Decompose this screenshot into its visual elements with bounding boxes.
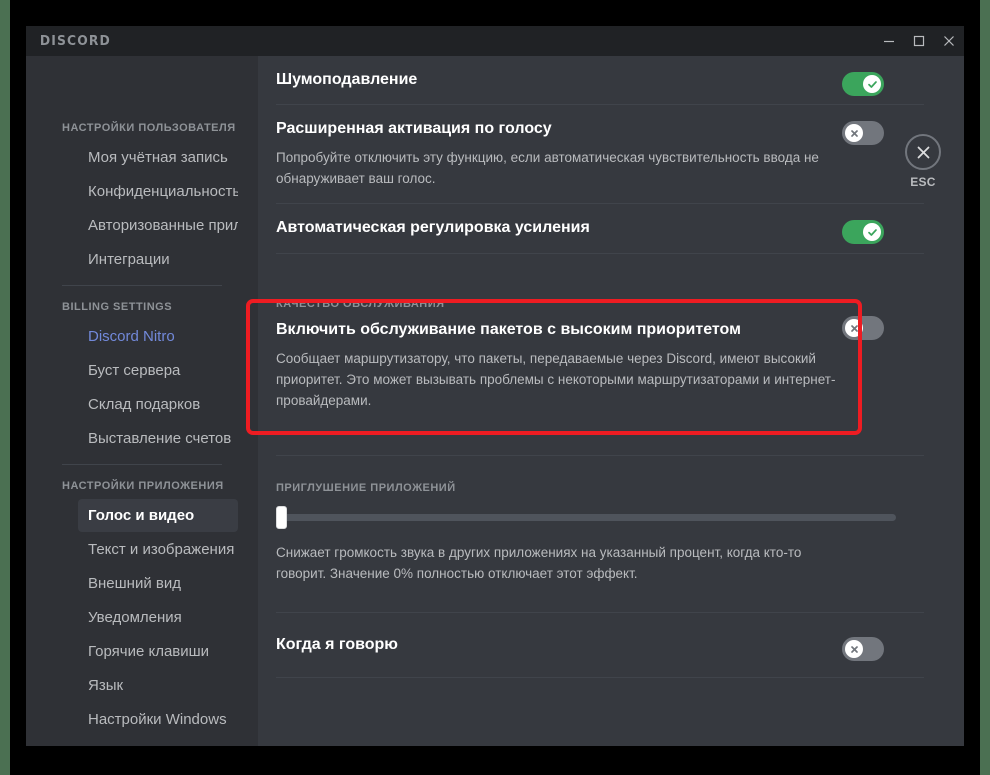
toggle-knob <box>863 75 881 93</box>
setting-automatic-gain-control: Автоматическая регулировка усиления <box>276 204 924 252</box>
sidebar-item-discord-nitro[interactable]: Discord Nitro <box>26 320 258 353</box>
sidebar-item-label: Настройки Windows <box>88 711 227 728</box>
setting-attenuation: ПРИГЛУШЕНИЕ ПРИЛОЖЕНИЙ Снижает громкость… <box>276 456 924 592</box>
sidebar-item-privacy[interactable]: Конфиденциальность <box>26 175 258 208</box>
section-divider <box>276 677 924 678</box>
sidebar-divider <box>62 285 222 286</box>
sidebar-item-keybinds[interactable]: Горячие клавиши <box>26 635 258 668</box>
sidebar-item-label: Интеграции <box>88 251 170 268</box>
desktop-edge-left <box>0 0 10 775</box>
setting-title: Шумоподавление <box>276 71 418 88</box>
toggle-automatic-gain-control[interactable] <box>842 220 884 244</box>
sidebar-item-label: Конфиденциальность <box>88 183 238 200</box>
sidebar-item-notifications[interactable]: Уведомления <box>26 601 258 634</box>
window-body: НАСТРОЙКИ ПОЛЬЗОВАТЕЛЯ Моя учётная запис… <box>26 56 964 746</box>
setting-when-i-speak: Когда я говорю <box>276 613 924 677</box>
sidebar-item-server-boost[interactable]: Буст сервера <box>26 354 258 387</box>
setting-title: Автоматическая регулировка усиления <box>276 219 590 236</box>
sidebar-item-label: Голос и видео <box>78 499 238 532</box>
close-x-icon <box>905 134 941 170</box>
sidebar-item-appearance[interactable]: Внешний вид <box>26 567 258 600</box>
toggle-quality-of-service[interactable] <box>842 316 884 340</box>
sidebar-item-voice-and-video[interactable]: Голос и видео <box>26 499 258 532</box>
sidebar-item-authorized-apps[interactable]: Авторизованные прил... <box>26 209 258 242</box>
sidebar-item-billing[interactable]: Выставление счетов <box>26 422 258 455</box>
sidebar-item-label: Внешний вид <box>88 575 181 592</box>
section-label-quality-of-service: КАЧЕСТВО ОБСЛУЖИВАНИЯ <box>276 298 445 310</box>
esc-label: ESC <box>910 175 936 189</box>
close-icon[interactable] <box>934 26 964 56</box>
sidebar-item-my-account[interactable]: Моя учётная запись <box>26 141 258 174</box>
sidebar-item-label: Язык <box>88 677 124 694</box>
sidebar-divider <box>62 464 222 465</box>
setting-description: Попробуйте отключить эту функцию, если а… <box>276 150 819 186</box>
settings-content: Шумоподавление Расширенная активация по … <box>258 56 964 678</box>
toggle-when-i-speak[interactable] <box>842 637 884 661</box>
sidebar-item-text-and-images[interactable]: Текст и изображения <box>26 533 258 566</box>
setting-advanced-voice-activity: Расширенная активация по голосу Попробуй… <box>276 105 924 203</box>
discord-window: DISCORD НАСТРОЙКИ ПОЛЬЗОВАТЕЛЯ Моя учётн… <box>26 26 964 746</box>
discord-logo: DISCORD <box>39 33 111 49</box>
setting-description: Сообщает маршрутизатору, что пакеты, пер… <box>276 351 836 408</box>
toggle-advanced-voice-activity[interactable] <box>842 121 884 145</box>
sidebar-group-header-user-settings: НАСТРОЙКИ ПОЛЬЗОВАТЕЛЯ <box>62 122 236 134</box>
sidebar-item-label: Моя учётная запись <box>88 149 228 166</box>
desktop-backdrop: DISCORD НАСТРОЙКИ ПОЛЬЗОВАТЕЛЯ Моя учётн… <box>0 0 990 775</box>
slider-track <box>276 514 896 521</box>
sidebar-item-label: Текст и изображения <box>88 541 235 558</box>
sidebar-item-label: Уведомления <box>88 609 182 626</box>
sidebar-item-label: Discord Nitro <box>88 328 175 345</box>
sidebar-item-windows-settings[interactable]: Настройки Windows <box>26 703 258 736</box>
sidebar-group-header-app-settings: НАСТРОЙКИ ПРИЛОЖЕНИЯ <box>62 480 224 492</box>
section-label-attenuation: ПРИГЛУШЕНИЕ ПРИЛОЖЕНИЙ <box>276 482 456 494</box>
toggle-knob <box>845 640 863 658</box>
sidebar-item-label: Горячие клавиши <box>88 643 210 660</box>
setting-title: Включить обслуживание пакетов с высоким … <box>276 321 741 338</box>
setting-title: Расширенная активация по голосу <box>276 120 552 137</box>
setting-quality-of-service: КАЧЕСТВО ОБСЛУЖИВАНИЯ Включить обслужива… <box>276 254 924 431</box>
title-bar: DISCORD <box>26 26 964 56</box>
maximize-icon[interactable] <box>904 26 934 56</box>
sidebar-item-label: Склад подарков <box>88 396 201 413</box>
settings-main-panel: Шумоподавление Расширенная активация по … <box>258 56 964 746</box>
setting-noise-suppression: Шумоподавление <box>276 56 924 104</box>
sidebar-item-integrations[interactable]: Интеграции <box>26 243 258 276</box>
sidebar-group-header-billing-settings: BILLING SETTINGS <box>62 301 173 313</box>
setting-title: Когда я говорю <box>276 636 398 653</box>
window-controls <box>874 26 964 56</box>
sidebar-item-label: Буст сервера <box>88 362 181 379</box>
toggle-knob <box>863 223 881 241</box>
attenuation-slider[interactable] <box>276 504 924 530</box>
sidebar-item-label: Выставление счетов <box>88 430 232 447</box>
minimize-icon[interactable] <box>874 26 904 56</box>
sidebar-item-language[interactable]: Язык <box>26 669 258 702</box>
slider-thumb[interactable] <box>276 506 287 529</box>
desktop-edge-right <box>980 0 990 775</box>
esc-close-button[interactable]: ESC <box>896 134 950 189</box>
sidebar-item-gift-inventory[interactable]: Склад подарков <box>26 388 258 421</box>
sidebar-item-label: Авторизованные прил... <box>88 217 238 234</box>
toggle-knob <box>845 319 863 337</box>
settings-sidebar: НАСТРОЙКИ ПОЛЬЗОВАТЕЛЯ Моя учётная запис… <box>26 56 258 746</box>
setting-description: Снижает громкость звука в других приложе… <box>276 545 802 581</box>
toggle-noise-suppression[interactable] <box>842 72 884 96</box>
toggle-knob <box>845 124 863 142</box>
